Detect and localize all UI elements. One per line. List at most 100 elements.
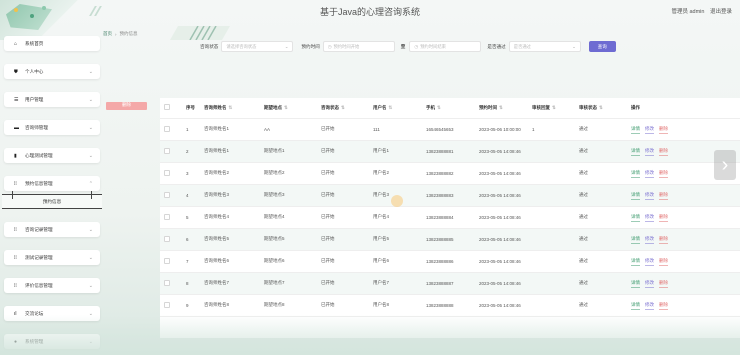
audit-reply-cell [528, 250, 575, 273]
column-header[interactable]: 预约时间 ⇅ [475, 98, 528, 119]
column-header[interactable]: 咨询师姓名 ⇅ [200, 98, 260, 119]
delete-button[interactable]: 删除 [659, 214, 668, 222]
delete-button[interactable]: 删除 [659, 170, 668, 178]
breadcrumb-home[interactable]: 首页 [103, 31, 112, 37]
detail-button[interactable]: 详情 [631, 280, 640, 288]
table-row: 7 咨询师姓名6 期望地点6 已开始 用户名6 13823888886 2023-05-05… [160, 250, 740, 273]
sidebar-item-reviews[interactable]: ⁞⁞ 评价信息管理 ⌄ [4, 278, 100, 293]
audit-status-cell: 通过 [575, 118, 627, 141]
place-cell-text: 期望地点4 [264, 214, 285, 219]
detail-button[interactable]: 详情 [631, 192, 640, 200]
column-header[interactable]: 审核状态 ⇅ [575, 98, 627, 119]
breadcrumb-separator: › [115, 31, 117, 37]
row-checkbox[interactable] [164, 279, 170, 286]
row-select-cell[interactable] [160, 206, 182, 229]
row-checkbox[interactable] [164, 301, 170, 308]
delete-button[interactable]: 删除 [659, 258, 668, 266]
status-cell: 已开始 [317, 272, 369, 295]
column-header[interactable]: 审核回复 ⇅ [528, 98, 575, 119]
phone-cell: 13823888884 [422, 206, 475, 229]
username-cell: 用户名5 [369, 228, 422, 251]
edit-button[interactable]: 修改 [645, 236, 654, 244]
approved-select[interactable]: 是否通过 ⌄ [508, 41, 581, 52]
row-select-cell[interactable] [160, 250, 182, 273]
row-select-cell[interactable] [160, 294, 182, 317]
delete-button[interactable]: 删除 [659, 280, 668, 288]
sidebar-item-counselors[interactable]: ▬ 咨询师管理 ⌄ [4, 120, 100, 135]
edit-button[interactable]: 修改 [645, 126, 654, 134]
row-select-cell[interactable] [160, 272, 182, 295]
detail-button[interactable]: 详情 [631, 236, 640, 244]
row-select-cell[interactable] [160, 162, 182, 185]
delete-button[interactable]: 删除 [659, 148, 668, 156]
row-select-cell[interactable] [160, 140, 182, 163]
row-select-cell[interactable] [160, 118, 182, 141]
delete-button[interactable]: 删除 [659, 126, 668, 134]
counselor-name-cell: 咨询师姓名1 [200, 118, 260, 141]
chevron-right-icon[interactable]: › [714, 150, 736, 180]
delete-button[interactable]: 删除 [659, 302, 668, 310]
column-header[interactable]: 手机 ⇅ [422, 98, 475, 119]
time-start-input[interactable]: ◷ 预约时间开始 [322, 41, 395, 52]
approved-filter-label: 是否通过 [487, 43, 506, 49]
sidebar-item-label: 预约信息管理 [25, 180, 53, 186]
status-cell: 已开始 [317, 294, 369, 317]
column-header[interactable]: 期望地点 ⇅ [260, 98, 317, 119]
counselor-name-cell-text: 咨询师姓名6 [204, 258, 230, 263]
submenu-appointment-info[interactable]: 预约信息 [2, 191, 102, 209]
row-select-cell[interactable] [160, 228, 182, 251]
row-checkbox[interactable] [164, 257, 170, 264]
edit-button[interactable]: 修改 [645, 302, 654, 310]
edit-button[interactable]: 修改 [645, 170, 654, 178]
sidebar-item-consult-records[interactable]: ⁞⁞ 咨询记录管理 ⌄ [4, 222, 100, 237]
detail-button[interactable]: 详情 [631, 258, 640, 266]
counselor-name-cell: 咨询师姓名8 [200, 294, 260, 317]
row-checkbox[interactable] [164, 235, 170, 242]
sidebar-item-profile[interactable]: ⛊ 个人中心 ⌄ [4, 64, 100, 79]
delete-button[interactable]: 删除 [659, 236, 668, 244]
detail-button[interactable]: 详情 [631, 170, 640, 178]
edit-button[interactable]: 修改 [645, 280, 654, 288]
detail-button[interactable]: 详情 [631, 126, 640, 134]
row-checkbox[interactable] [164, 147, 170, 154]
grid-icon: ⁞⁞ [14, 226, 17, 233]
delete-button[interactable]: 删除 [659, 192, 668, 200]
row-select-cell[interactable] [160, 184, 182, 207]
actions-cell: 详情 修改 删除 [627, 118, 740, 141]
actions-cell: 详情 修改 删除 [627, 272, 740, 295]
app-title: 基于Java的心理咨询系统 [319, 7, 420, 17]
sidebar-item-appointments[interactable]: ⁞⁞ 预约信息管理 ⌃ [4, 176, 100, 191]
sidebar-item-tests[interactable]: ▮ 心理测试管理 ⌄ [4, 148, 100, 163]
column-header[interactable]: 用户名 ⇅ [369, 98, 422, 119]
actions-cell: 详情 修改 删除 [627, 206, 740, 229]
edit-button[interactable]: 修改 [645, 214, 654, 222]
row-checkbox[interactable] [164, 125, 170, 132]
detail-button[interactable]: 详情 [631, 148, 640, 156]
row-index: 6 [182, 228, 200, 251]
edit-button[interactable]: 修改 [645, 258, 654, 266]
row-checkbox[interactable] [164, 191, 170, 198]
detail-button[interactable]: 详情 [631, 302, 640, 310]
time-end-input[interactable]: ◷ 预约时间结束 [409, 41, 482, 52]
counselor-name-cell-text: 咨询师姓名4 [204, 214, 230, 219]
status-select[interactable]: 请选择咨询状态 ⌄ [221, 41, 294, 52]
edit-button[interactable]: 修改 [645, 192, 654, 200]
row-checkbox[interactable] [164, 169, 170, 176]
row-checkbox[interactable] [164, 213, 170, 220]
batch-delete-button[interactable]: 删除 [106, 102, 147, 110]
sidebar-item-users[interactable]: ☰ 用户管理 ⌄ [4, 92, 100, 107]
edit-button[interactable]: 修改 [645, 148, 654, 156]
status-cell-text: 已开始 [321, 192, 335, 197]
column-header[interactable]: 咨询状态 ⇅ [317, 98, 369, 119]
footer-decoration [0, 315, 740, 355]
sidebar-item-test-records[interactable]: ⁞⁞ 测试记录管理 ⌄ [4, 250, 100, 265]
place-cell-text: 期望地点8 [264, 302, 285, 307]
query-button[interactable]: 查询 [588, 41, 616, 52]
select-all-checkbox[interactable] [164, 104, 170, 111]
logout-link[interactable]: 退出登录 [710, 9, 732, 15]
chevron-down-icon: ⌄ [88, 68, 93, 75]
detail-button[interactable]: 详情 [631, 214, 640, 222]
audit-reply-cell [528, 294, 575, 317]
select-all-checkbox-cell[interactable] [160, 98, 182, 119]
sidebar-item-home[interactable]: ⌂ 系统首页 [4, 36, 100, 51]
